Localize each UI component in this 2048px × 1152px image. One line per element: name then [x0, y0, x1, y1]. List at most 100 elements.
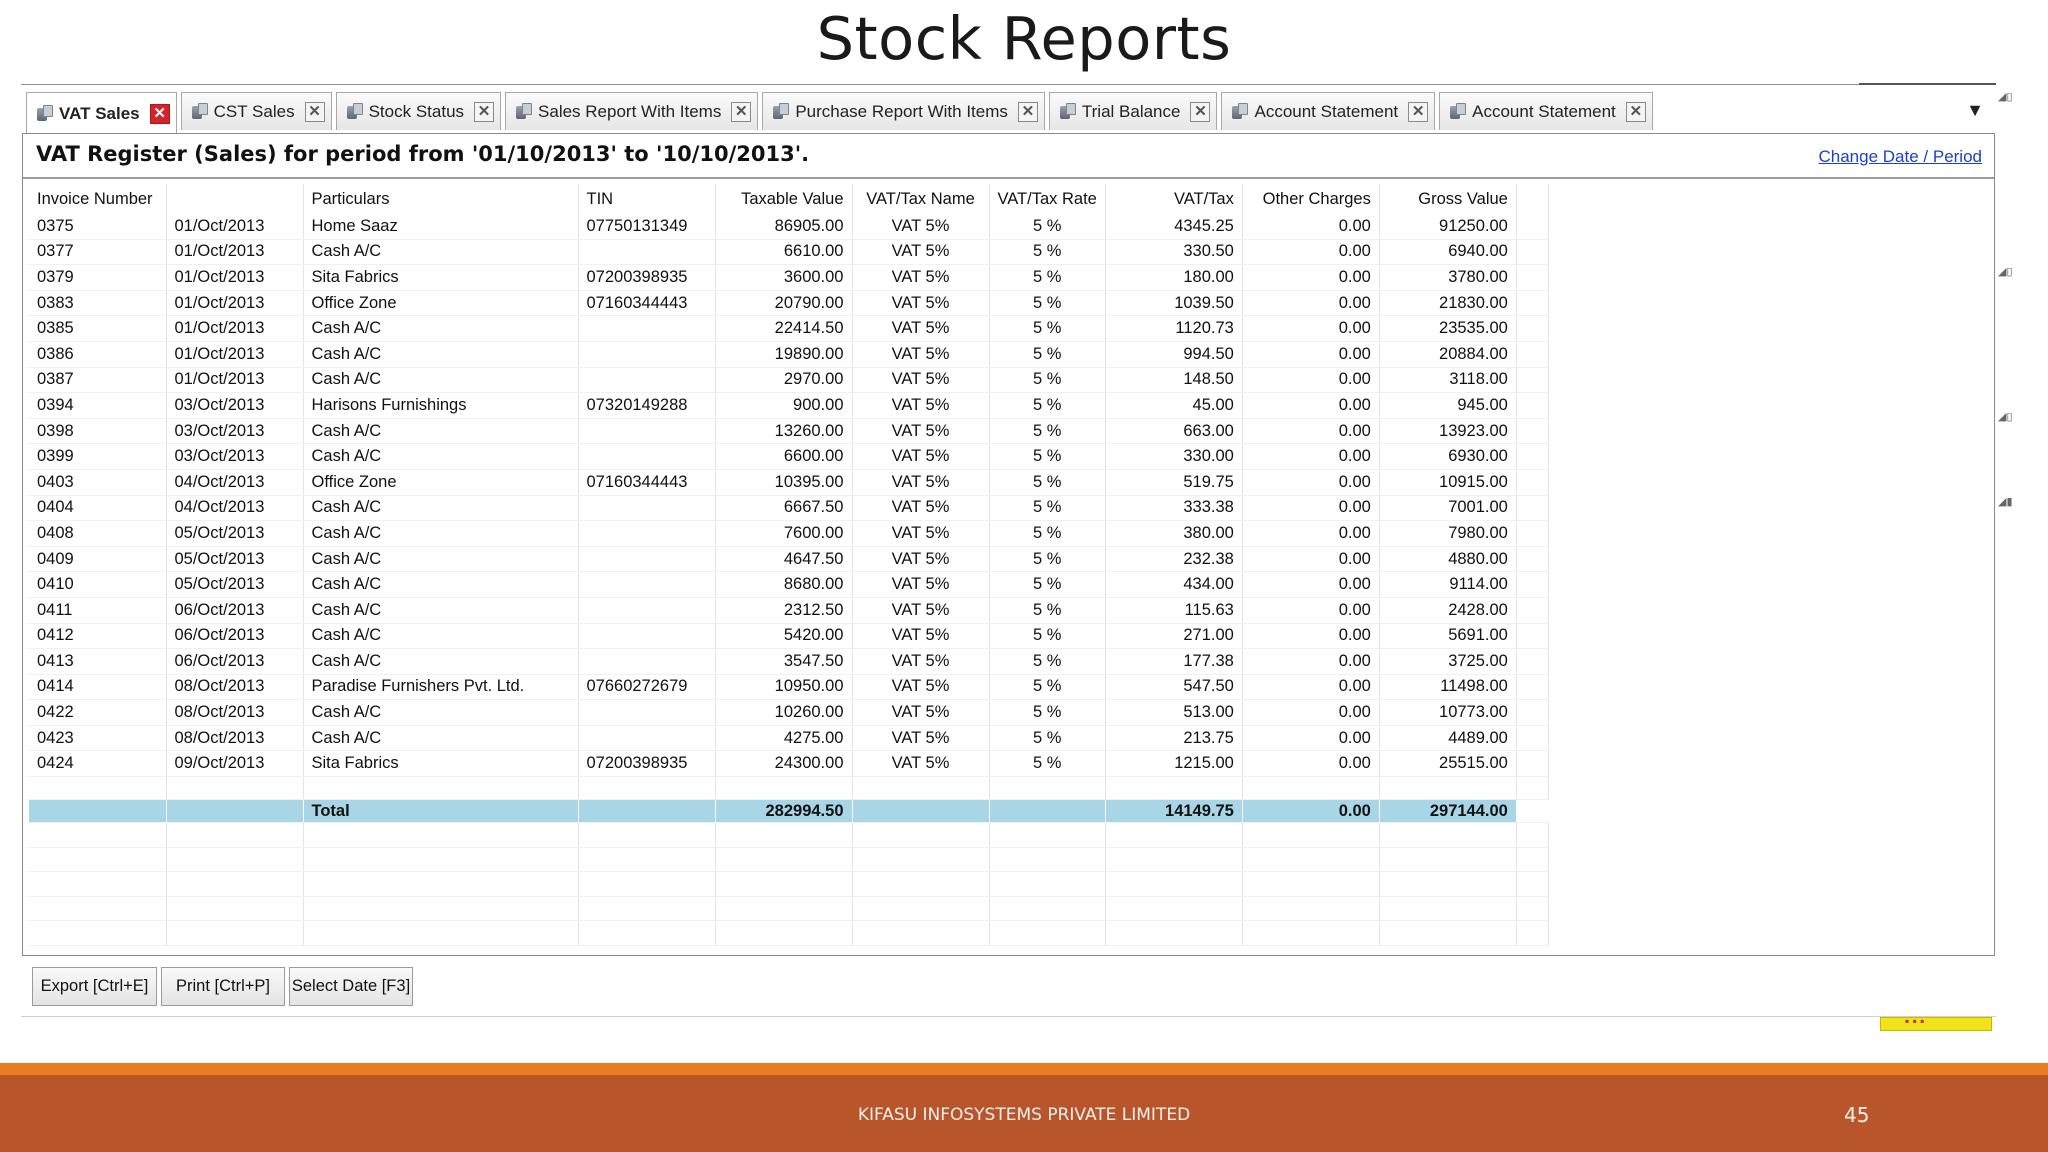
table-row[interactable]: 0386 01/Oct/2013 Cash A/C 19890.00 VAT 5% 5 %… [29, 341, 1549, 368]
tab-overflow-dropdown-icon[interactable]: ▼ [1965, 100, 1985, 120]
table-row[interactable]: 0377 01/Oct/2013 Cash A/C 6610.00 VAT 5% 5 % 3… [29, 239, 1549, 266]
table-row[interactable]: 0412 06/Oct/2013 Cash A/C 5420.00 VAT 5% 5 % 2… [29, 623, 1549, 650]
cell-other-charges: 0.00 [1242, 315, 1380, 342]
close-tab-icon[interactable]: ✕ [731, 101, 752, 122]
cell-particulars: Office Zone [303, 290, 579, 317]
table-row[interactable]: 0387 01/Oct/2013 Cash A/C 2970.00 VAT 5% 5 % 1… [29, 367, 1549, 394]
table-row[interactable]: 0404 04/Oct/2013 Cash A/C 6667.50 VAT 5% 5 % 3… [29, 495, 1549, 522]
cell-gross-value: 13923.00 [1379, 418, 1517, 445]
select-date-button[interactable]: Select Date [F3] [289, 967, 413, 1006]
empty-cell [578, 896, 716, 922]
report-icon [514, 102, 533, 122]
table-row[interactable]: 0375 01/Oct/2013 Home Saaz 07750131349 86905… [29, 214, 1549, 240]
tab-vat-sales[interactable]: VAT Sales ✕ [26, 92, 177, 134]
cell-particulars: Cash A/C [303, 597, 579, 624]
column-header-vat-tax[interactable]: VAT/Tax [1105, 184, 1243, 214]
cell-particulars: Cash A/C [303, 315, 579, 342]
cell-other-charges: 0.00 [1242, 623, 1380, 650]
cell-other-charges: 0.00 [1242, 214, 1380, 240]
column-header-gross-value[interactable]: Gross Value [1379, 184, 1517, 214]
tab-trial-balance[interactable]: Trial Balance ✕ [1048, 92, 1218, 130]
cell-gross-value: 3725.00 [1379, 648, 1517, 675]
tab-cst-sales[interactable]: CST Sales ✕ [180, 92, 332, 130]
empty-cell [166, 822, 304, 848]
cell-date: 08/Oct/2013 [166, 699, 304, 726]
table-row[interactable]: 0424 09/Oct/2013 Sita Fabrics 07200398935 24… [29, 750, 1549, 778]
cell-tin: 07200398935 [578, 750, 716, 778]
cell-vat-tax-rate: 5 % [989, 315, 1106, 342]
cell-vat-tax-name: VAT 5% [852, 264, 990, 291]
table-row[interactable]: 0411 06/Oct/2013 Cash A/C 2312.50 VAT 5% 5 % 1… [29, 597, 1549, 624]
cell-tin: 07200398935 [578, 264, 716, 291]
tab-account-statement[interactable]: Account Statement ✕ [1221, 92, 1436, 130]
column-header-invoice-number[interactable]: Invoice Number [29, 184, 167, 214]
cell-particulars: Paradise Furnishers Pvt. Ltd. [303, 674, 579, 701]
cell-filler [1516, 418, 1549, 445]
table-row[interactable]: 0423 08/Oct/2013 Cash A/C 4275.00 VAT 5% 5 % 2… [29, 725, 1549, 752]
empty-cell [715, 920, 853, 946]
cell-invoice-number: 0412 [29, 623, 167, 650]
cell-vat-tax: 330.50 [1105, 239, 1243, 266]
column-header-particulars[interactable]: Particulars [303, 184, 579, 214]
table-row[interactable]: 0410 05/Oct/2013 Cash A/C 8680.00 VAT 5% 5 % 4… [29, 571, 1549, 598]
collapse-arrow-icon[interactable]: ◢▯ [1998, 410, 2020, 424]
column-header-vat-tax-rate[interactable]: VAT/Tax Rate [989, 184, 1106, 214]
collapse-arrow-icon[interactable]: ◢▯ [1998, 90, 2020, 104]
table-row[interactable]: 0414 08/Oct/2013 Paradise Furnishers Pvt. … [29, 674, 1549, 701]
empty-cell [303, 871, 579, 897]
close-tab-icon[interactable]: ✕ [1190, 101, 1211, 122]
tab-label: VAT Sales [59, 103, 140, 123]
print-button[interactable]: Print [Ctrl+P] [161, 967, 285, 1006]
tab-purchase-report-with-items[interactable]: Purchase Report With Items ✕ [762, 92, 1045, 130]
table-row[interactable]: 0379 01/Oct/2013 Sita Fabrics 07200398935 36… [29, 264, 1549, 291]
tab-label: CST Sales [213, 101, 295, 121]
column-header-other-charges[interactable]: Other Charges [1242, 184, 1380, 214]
change-date-period-link[interactable]: Change Date / Period [1819, 147, 1983, 167]
column-header-taxable-value[interactable]: Taxable Value [715, 184, 853, 214]
table-row[interactable]: 0385 01/Oct/2013 Cash A/C 22414.50 VAT 5% 5 %… [29, 315, 1549, 342]
cell-vat-tax-rate: 5 % [989, 290, 1106, 317]
column-header-date[interactable] [166, 184, 304, 214]
cell-particulars: Harisons Furnishings [303, 392, 579, 419]
close-tab-icon[interactable]: ✕ [304, 101, 325, 122]
close-tab-icon[interactable]: ✕ [474, 101, 495, 122]
table-row[interactable]: 0422 08/Oct/2013 Cash A/C 10260.00 VAT 5% 5 %… [29, 699, 1549, 726]
cell-filler [1516, 392, 1549, 419]
table-row[interactable]: 0408 05/Oct/2013 Cash A/C 7600.00 VAT 5% 5 % 3… [29, 520, 1549, 547]
cell-date: 01/Oct/2013 [166, 239, 304, 266]
table-row[interactable]: 0398 03/Oct/2013 Cash A/C 13260.00 VAT 5% 5 %… [29, 418, 1549, 445]
table-row[interactable]: 0403 04/Oct/2013 Office Zone 07160344443 103… [29, 469, 1549, 496]
cell-taxable-value: 8680.00 [715, 571, 853, 598]
table-row[interactable]: 0409 05/Oct/2013 Cash A/C 4647.50 VAT 5% 5 % 2… [29, 546, 1549, 573]
tab-account-statement[interactable]: Account Statement ✕ [1439, 92, 1653, 130]
table-row[interactable]: 0413 06/Oct/2013 Cash A/C 3547.50 VAT 5% 5 % 1… [29, 648, 1549, 675]
empty-cell [29, 776, 167, 801]
side-scroll-markers: ◢▯ ◢▯ ◢▯ ◢▮ [1998, 90, 2022, 520]
window-top-border [21, 84, 1996, 85]
cell-filler [1516, 290, 1549, 317]
cell-vat-tax-name: VAT 5% [852, 648, 990, 675]
column-header-tin[interactable]: TIN [578, 184, 716, 214]
cell-invoice-number: 0410 [29, 571, 167, 598]
cell-filler [1516, 264, 1549, 291]
cell-vat-tax-rate: 5 % [989, 699, 1106, 726]
close-tab-icon[interactable]: ✕ [149, 103, 170, 124]
collapse-arrow-icon[interactable]: ◢▮ [1998, 495, 2020, 509]
empty-cell [29, 822, 167, 848]
tab-stock-status[interactable]: Stock Status ✕ [335, 92, 502, 130]
close-tab-icon[interactable]: ✕ [1408, 101, 1429, 122]
collapse-arrow-icon[interactable]: ◢▯ [1998, 265, 2020, 279]
close-tab-icon[interactable]: ✕ [1625, 101, 1646, 122]
cell-invoice-number: 0385 [29, 315, 167, 342]
tab-sales-report-with-items[interactable]: Sales Report With Items ✕ [505, 92, 759, 130]
table-row[interactable]: 0383 01/Oct/2013 Office Zone 07160344443 207… [29, 290, 1549, 317]
tab-strip: VAT Sales ✕ CST Sales ✕ Stock Status ✕ Sales R… [26, 92, 1653, 134]
column-header-vat-tax-name[interactable]: VAT/Tax Name [852, 184, 990, 214]
cell-vat-tax: 115.63 [1105, 597, 1243, 624]
empty-row [29, 847, 1549, 873]
table-row[interactable]: 0394 03/Oct/2013 Harisons Furnishings 07320… [29, 392, 1549, 419]
cell-vat-tax: 330.00 [1105, 443, 1243, 470]
close-tab-icon[interactable]: ✕ [1017, 101, 1038, 122]
export-button[interactable]: Export [Ctrl+E] [32, 967, 157, 1006]
table-row[interactable]: 0399 03/Oct/2013 Cash A/C 6600.00 VAT 5% 5 % 3… [29, 443, 1549, 470]
